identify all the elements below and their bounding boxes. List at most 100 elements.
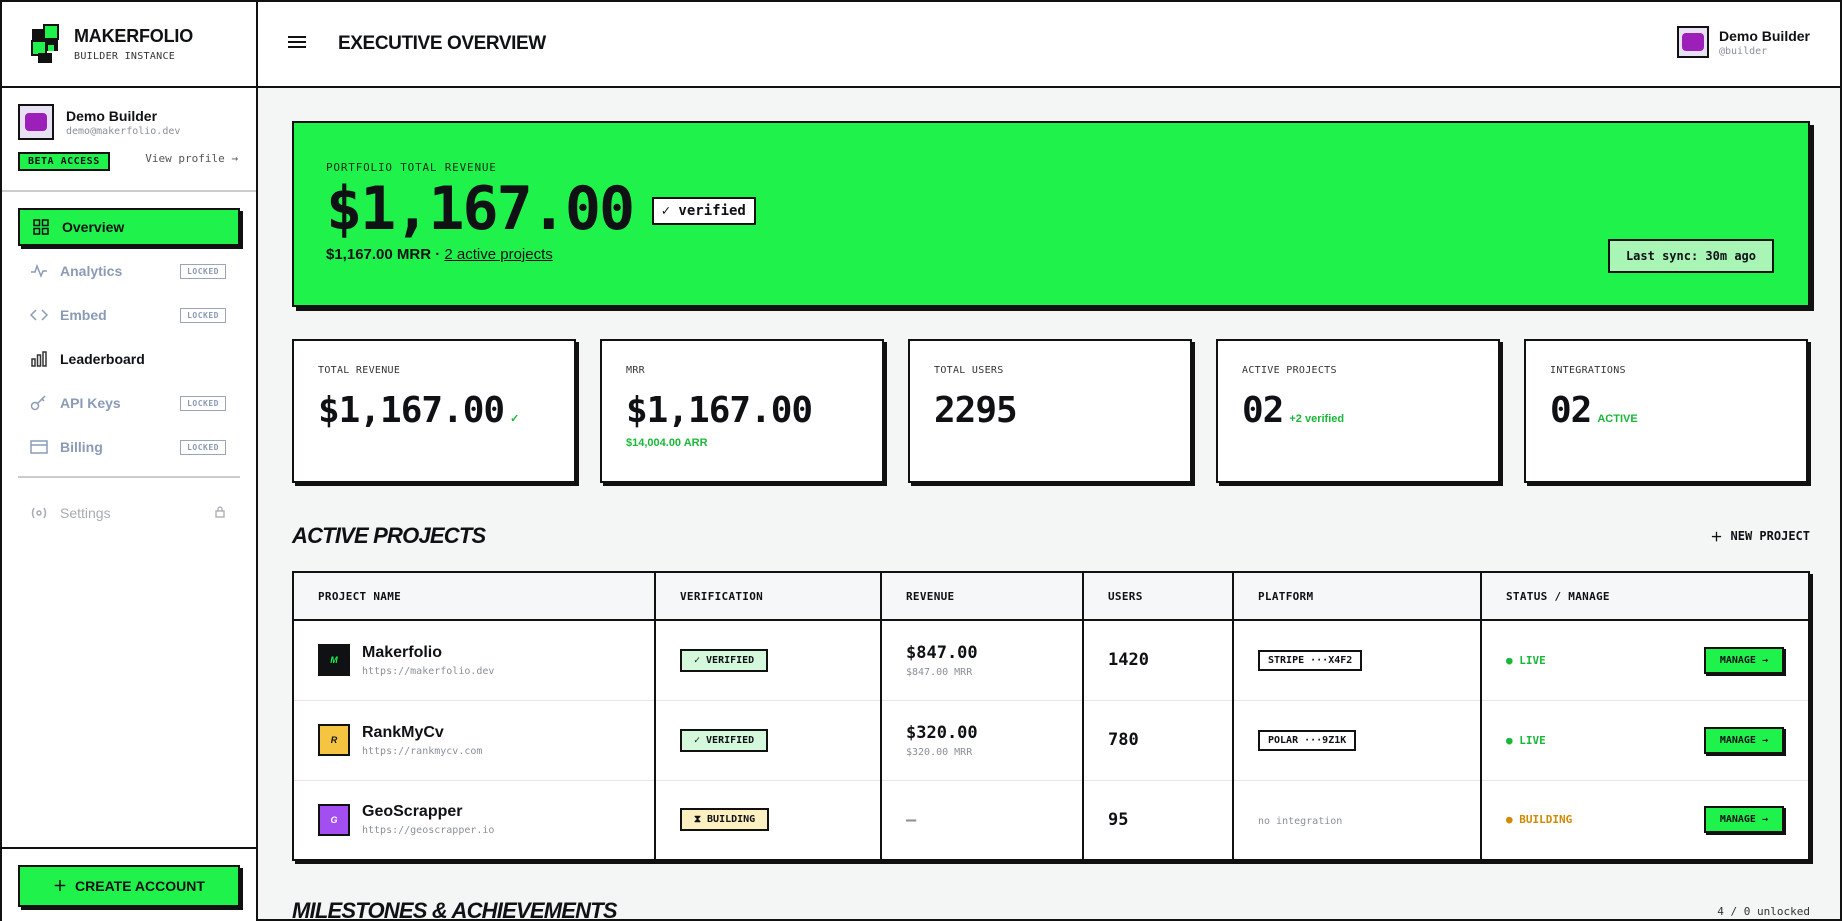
platform-none: no integration: [1258, 815, 1343, 827]
revenue-value: $847.00: [906, 642, 978, 663]
verification-badge: ⧗ BUILDING: [680, 808, 770, 832]
revenue-mrr: $320.00 MRR: [906, 746, 973, 758]
brand-subtitle: BUILDER INSTANCE: [74, 51, 176, 62]
brand-title: MAKERFOLIO: [74, 26, 193, 46]
revenue-value: $320.00: [906, 722, 978, 743]
verified-chip: ✓ verified: [651, 197, 756, 225]
sidebar-item-billing[interactable]: Billing LOCKED: [18, 428, 240, 466]
brand[interactable]: MAKERFOLIO BUILDER INSTANCE: [2, 2, 256, 88]
sidebar-item-settings[interactable]: Settings: [18, 494, 240, 532]
section-title: MILESTONES & ACHIEVEMENTS: [292, 898, 618, 921]
stat-card-total-revenue: TOTAL REVENUE $1,167.00 ✓: [292, 339, 576, 483]
top-header: EXECUTIVE OVERVIEW Demo Builder @builder: [258, 2, 1840, 88]
check-icon: ✓: [510, 413, 520, 425]
manage-button[interactable]: MANAGE →: [1703, 646, 1784, 674]
sidebar-item-api-keys[interactable]: API Keys LOCKED: [18, 384, 240, 422]
last-sync-badge: Last sync: 30m ago: [1607, 239, 1774, 273]
stat-card-mrr: MRR $1,167.00 $14,004.00 ARR: [600, 339, 884, 483]
sidebar-item-analytics[interactable]: Analytics LOCKED: [18, 252, 240, 290]
column-header[interactable]: VERIFICATION: [655, 572, 882, 621]
table-header-row: PROJECT NAME VERIFICATION REVENUE USERS …: [293, 572, 1809, 621]
sidebar-profile: Demo Builder demo@makerfolio.dev BETA AC…: [2, 88, 256, 192]
project-logo: G: [318, 803, 350, 836]
table-row[interactable]: G GeoScrapper https://geoscrapper.io ⧗ B…: [293, 780, 1809, 860]
project-logo: M: [318, 644, 350, 677]
sidebar-item-label: Settings: [60, 505, 111, 521]
sidebar-item-embed[interactable]: Embed LOCKED: [18, 296, 240, 334]
status-indicator: ● BUILDING: [1506, 813, 1573, 827]
locked-badge: LOCKED: [180, 395, 226, 411]
column-header[interactable]: REVENUE: [881, 572, 1084, 621]
revenue-value: —: [906, 809, 917, 830]
users-count: 780: [1108, 730, 1139, 750]
status-indicator: ● LIVE: [1506, 733, 1546, 747]
stats-row: TOTAL REVENUE $1,167.00 ✓ MRR $1,167.00 $…: [292, 339, 1810, 483]
platform-badge: STRIPE ···X4F2: [1258, 649, 1363, 671]
verification-badge: ✓ VERIFIED: [680, 728, 769, 752]
sidebar-item-label: Billing: [60, 439, 103, 455]
beta-access-badge: BETA ACCESS: [18, 152, 110, 171]
bar-chart-icon: [30, 350, 48, 368]
users-count: 1420: [1108, 650, 1149, 671]
column-header[interactable]: PROJECT NAME: [293, 572, 656, 621]
hamburger-menu-icon[interactable]: [288, 35, 308, 54]
locked-badge: LOCKED: [180, 263, 226, 279]
manage-button[interactable]: MANAGE →: [1703, 726, 1784, 754]
verification-badge: ✓ VERIFIED: [680, 648, 769, 672]
sidebar-item-overview[interactable]: Overview: [18, 208, 240, 246]
avatar: [1676, 26, 1709, 58]
header-user-handle: @builder: [1718, 45, 1768, 57]
revenue-mrr: $847.00 MRR: [906, 666, 973, 678]
manage-button[interactable]: MANAGE →: [1703, 806, 1784, 834]
sidebar-item-label: API Keys: [60, 395, 121, 411]
stat-card-total-users: TOTAL USERS 2295: [908, 339, 1192, 483]
sidebar-item-leaderboard[interactable]: Leaderboard: [18, 340, 240, 378]
project-url[interactable]: https://rankmycv.com: [362, 746, 482, 757]
sidebar-item-label: Analytics: [60, 263, 123, 279]
plus-icon: ＋: [1710, 529, 1723, 544]
users-count: 95: [1108, 809, 1129, 830]
section-title: ACTIVE PROJECTS: [292, 523, 486, 548]
table-row[interactable]: R RankMyCv https://rankmycv.com ✓ VERIFI…: [293, 700, 1809, 781]
profile-email: demo@makerfolio.dev: [66, 125, 181, 137]
project-name[interactable]: Makerfolio: [362, 644, 494, 662]
projects-section-header: ACTIVE PROJECTS ＋ NEW PROJECT: [292, 523, 1810, 549]
stat-card-active-projects: ACTIVE PROJECTS 02 +2 verified: [1216, 339, 1500, 483]
sidebar-nav: Overview Analytics LOCKED Embed LOCKED L…: [2, 192, 256, 532]
activity-icon: [30, 262, 48, 280]
projects-table: PROJECT NAME VERIFICATION REVENUE USERS …: [292, 571, 1810, 861]
header-user-name: Demo Builder: [1718, 27, 1810, 44]
project-url[interactable]: https://geoscrapper.io: [362, 825, 494, 836]
active-projects-link[interactable]: 2 active projects: [444, 246, 552, 263]
makerfolio-logo-icon: [30, 23, 62, 65]
header-user-menu[interactable]: Demo Builder @builder: [1676, 26, 1810, 58]
create-account-button[interactable]: ＋ CREATE ACCOUNT: [18, 865, 240, 907]
key-icon: [30, 394, 48, 412]
code-icon: [30, 306, 48, 324]
table-row[interactable]: M Makerfolio https://makerfolio.dev ✓ VE…: [293, 620, 1809, 701]
milestones-section-header: MILESTONES & ACHIEVEMENTS 4 / 0 unlocked: [292, 898, 1810, 921]
settings-icon: [30, 504, 48, 522]
column-header[interactable]: STATUS / MANAGE: [1481, 572, 1809, 621]
card-icon: [30, 438, 48, 456]
hero-amount: $1,167.00: [326, 174, 635, 244]
locked-badge: LOCKED: [180, 439, 226, 455]
project-name[interactable]: GeoScrapper: [362, 803, 494, 821]
plus-icon: ＋: [53, 878, 68, 894]
new-project-button[interactable]: ＋ NEW PROJECT: [1711, 528, 1811, 545]
project-name[interactable]: RankMyCv: [362, 724, 482, 742]
nav-divider: [18, 476, 240, 478]
profile-name: Demo Builder: [66, 107, 158, 124]
sidebar-item-label: Overview: [62, 219, 125, 235]
column-header[interactable]: PLATFORM: [1233, 572, 1482, 621]
project-url[interactable]: https://makerfolio.dev: [362, 666, 494, 677]
column-header[interactable]: USERS: [1083, 572, 1234, 621]
sidebar-item-label: Leaderboard: [60, 351, 145, 367]
lock-icon: [214, 505, 226, 521]
avatar[interactable]: [18, 104, 54, 140]
project-logo: R: [318, 724, 350, 756]
stat-card-integrations: INTEGRATIONS 02 ACTIVE: [1524, 339, 1808, 483]
view-profile-link[interactable]: View profile →: [145, 152, 238, 165]
arr-value: $14,004.00 ARR: [626, 437, 708, 449]
main-content: PORTFOLIO TOTAL REVENUE $1,167.00 ✓ veri…: [292, 121, 1810, 861]
